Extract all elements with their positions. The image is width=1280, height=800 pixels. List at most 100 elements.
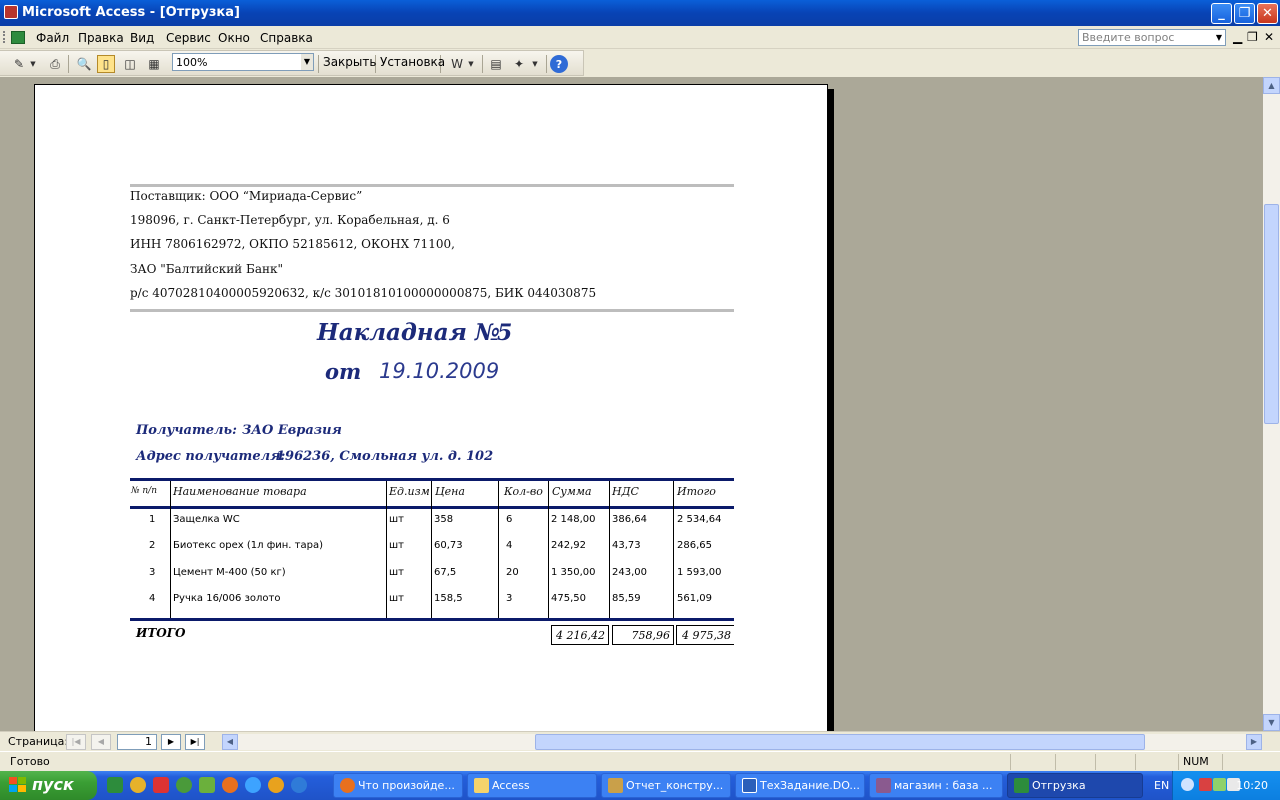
office-links-icon[interactable]: W (448, 55, 466, 73)
status-bar: Готово NUM (0, 751, 1280, 771)
tray-network-icon[interactable] (1213, 778, 1226, 791)
report-page[interactable]: Поставщик: ООО “Мириада-Сервис” 198096, … (34, 84, 828, 731)
quicklaunch-reader-icon[interactable] (153, 777, 169, 793)
language-indicator[interactable]: EN (1154, 779, 1169, 792)
quicklaunch-firefox-icon[interactable] (222, 777, 238, 793)
zoom-select[interactable]: 100% ▼ (172, 53, 314, 71)
view-design-icon[interactable]: ✎ (10, 55, 28, 73)
clock[interactable]: 10:20 (1236, 779, 1268, 792)
access-app-icon[interactable] (4, 5, 18, 19)
chevron-down-icon[interactable]: ▼ (1213, 30, 1225, 45)
quicklaunch-drive-icon[interactable] (199, 777, 215, 793)
tray-security-icon[interactable] (1199, 778, 1212, 791)
taskbar-item-firefox[interactable]: Что произойде... (333, 773, 463, 798)
task-label: ТехЗадание.DO... (760, 779, 860, 792)
taskbar-item-shipment[interactable]: Отгрузка (1007, 773, 1143, 798)
ask-question-input[interactable]: Введите вопрос ▼ (1078, 29, 1226, 46)
prev-page-icon[interactable]: ◀ (91, 734, 111, 750)
cell-qty: 3 (506, 593, 513, 604)
quicklaunch-chrome-icon[interactable] (176, 777, 192, 793)
chevron-down-icon[interactable]: ▼ (28, 55, 38, 73)
vertical-scrollbar[interactable]: ▲ ▼ (1263, 77, 1280, 731)
word-icon (742, 778, 757, 793)
status-text: Готово (10, 755, 50, 768)
task-label: Что произойде... (358, 779, 455, 792)
cell-price: 158,5 (434, 593, 463, 604)
menubar-grip[interactable] (3, 31, 6, 43)
taskbar-item-report[interactable]: Отчет_констру... (601, 773, 731, 798)
one-page-icon[interactable]: ▯ (97, 55, 115, 73)
cell-price: 358 (434, 514, 454, 525)
menu-edit[interactable]: Правка (78, 31, 124, 45)
cell-qty: 4 (506, 540, 513, 551)
close-button[interactable]: ✕ (1257, 3, 1278, 24)
firefox-icon (340, 778, 355, 793)
multiple-pages-icon[interactable]: ▦ (145, 55, 163, 73)
report-window-icon[interactable] (11, 31, 25, 44)
close-preview-button[interactable]: Закрыть (323, 55, 376, 69)
page-setup-button[interactable]: Установка (380, 55, 445, 69)
chevron-down-icon[interactable]: ▼ (466, 55, 476, 73)
tray-expand-icon[interactable] (1181, 778, 1194, 791)
vertical-scroll-thumb[interactable] (1264, 204, 1279, 424)
quicklaunch-skype-icon[interactable] (291, 777, 307, 793)
ask-question-placeholder: Введите вопрос (1082, 31, 1175, 44)
supplier-address: 198096, г. Санкт-Петербург, ул. Корабель… (130, 213, 450, 227)
title-bar[interactable]: Microsoft Access - [Отгрузка] _ ❐ ✕ (0, 0, 1280, 26)
menu-tools[interactable]: Сервис (166, 31, 211, 45)
col-header-num: № п/п (131, 486, 158, 496)
horizontal-scrollbar[interactable]: ◀ ▶ (222, 734, 1262, 750)
quicklaunch-browser-icon[interactable] (130, 777, 146, 793)
mdi-minimize-button[interactable]: ▁ (1233, 30, 1242, 44)
chevron-down-icon[interactable]: ▼ (530, 55, 540, 73)
scroll-down-icon[interactable]: ▼ (1263, 714, 1280, 731)
menu-window[interactable]: Окно (218, 31, 250, 45)
cell-vat: 386,64 (612, 514, 647, 525)
scroll-up-icon[interactable]: ▲ (1263, 77, 1280, 94)
page-number-input[interactable]: 1 (117, 734, 157, 750)
quicklaunch-media-icon[interactable] (268, 777, 284, 793)
next-page-icon[interactable]: ▶ (161, 734, 181, 750)
scroll-right-icon[interactable]: ▶ (1246, 734, 1262, 750)
access-window: Microsoft Access - [Отгрузка] _ ❐ ✕ Файл… (0, 0, 1280, 800)
cell-sum: 475,50 (551, 593, 586, 604)
last-page-icon[interactable]: ▶| (185, 734, 205, 750)
print-icon[interactable]: ⎙ (46, 55, 64, 73)
horizontal-scroll-thumb[interactable] (535, 734, 1145, 750)
database-window-icon[interactable]: ▤ (487, 55, 505, 73)
cell-num: 3 (149, 567, 156, 578)
mdi-restore-button[interactable]: ❐ (1247, 30, 1258, 44)
new-object-icon[interactable]: ✦ (510, 55, 528, 73)
mdi-close-button[interactable]: ✕ (1264, 30, 1274, 44)
cell-qty: 6 (506, 514, 513, 525)
start-button[interactable]: пуск (0, 771, 97, 800)
supplier-bank: ЗАО "Балтийский Банк" (130, 262, 283, 276)
taskbar-item-access-folder[interactable]: Access (467, 773, 597, 798)
menu-view[interactable]: Вид (130, 31, 154, 45)
cell-price: 67,5 (434, 567, 457, 578)
taskbar-item-database[interactable]: магазин : база ... (869, 773, 1003, 798)
supplier-line: Поставщик: ООО “Мириада-Сервис” (130, 189, 363, 203)
chevron-down-icon[interactable]: ▼ (301, 54, 313, 70)
zoom-magnifier-icon[interactable]: 🔍 (75, 55, 93, 73)
quicklaunch-app-icon[interactable] (107, 777, 123, 793)
cell-total: 561,09 (677, 593, 712, 604)
col-header-sum: Сумма (552, 485, 592, 498)
restore-button[interactable]: ❐ (1234, 3, 1255, 24)
task-label: Отгрузка (1032, 779, 1086, 792)
col-header-total: Итого (677, 485, 716, 498)
taskbar-item-word[interactable]: ТехЗадание.DO... (735, 773, 865, 798)
two-pages-icon[interactable]: ◫ (121, 55, 139, 73)
cell-total: 286,65 (677, 540, 712, 551)
address-label: Адрес получателя: (136, 449, 286, 464)
report-icon (608, 778, 623, 793)
menu-file[interactable]: Файл (36, 31, 69, 45)
first-page-icon[interactable]: |◀ (66, 734, 86, 750)
minimize-button[interactable]: _ (1211, 3, 1232, 24)
scroll-left-icon[interactable]: ◀ (222, 734, 238, 750)
preview-area[interactable]: Поставщик: ООО “Мириада-Сервис” 198096, … (0, 77, 1263, 731)
menu-help[interactable]: Справка (260, 31, 313, 45)
help-icon[interactable]: ? (550, 55, 568, 73)
quicklaunch-ie-icon[interactable] (245, 777, 261, 793)
page-label: Страница: (8, 735, 69, 748)
